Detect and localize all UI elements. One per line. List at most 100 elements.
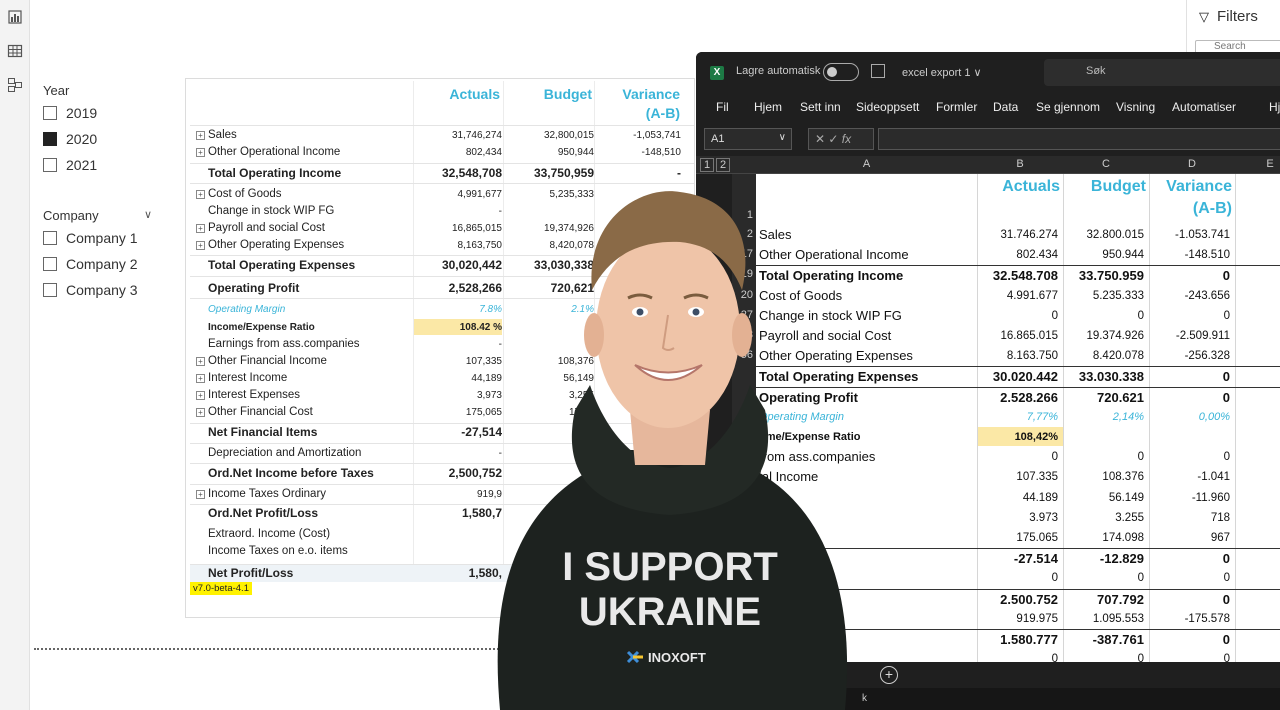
- cell-d[interactable]: -1.053.741: [1150, 225, 1230, 245]
- checkbox[interactable]: [43, 106, 57, 120]
- company-option-1[interactable]: Company 1: [43, 230, 138, 246]
- cell-b[interactable]: 16.865.015: [978, 326, 1058, 346]
- cell-d[interactable]: 0: [1150, 568, 1230, 588]
- expand-icon[interactable]: +: [196, 490, 205, 499]
- cell-b[interactable]: 0: [978, 306, 1058, 326]
- matrix-row[interactable]: + Other Operational Income 802,434 950,944 -…: [190, 144, 694, 161]
- menu-item[interactable]: Hjem: [754, 100, 782, 114]
- cell-d[interactable]: -1.041: [1150, 467, 1230, 487]
- cell-d[interactable]: -256.328: [1150, 346, 1230, 366]
- column-header[interactable]: D: [1149, 158, 1235, 170]
- cell-d[interactable]: -148.510: [1150, 245, 1230, 265]
- year-option-2019[interactable]: 2019: [43, 105, 97, 121]
- chevron-down-icon[interactable]: ∨: [144, 208, 152, 221]
- cell-d[interactable]: 0: [1150, 388, 1230, 408]
- cell-b[interactable]: 44.189: [978, 488, 1058, 508]
- cell-c[interactable]: -387.761: [1064, 630, 1144, 650]
- cell-b[interactable]: 3.973: [978, 508, 1058, 528]
- menu-item[interactable]: Formler: [936, 100, 977, 114]
- column-header[interactable]: B: [977, 158, 1063, 170]
- menu-item[interactable]: Automatiser: [1172, 100, 1236, 114]
- cell-c[interactable]: 3.255: [1064, 508, 1144, 528]
- cell-b[interactable]: 8.163.750: [978, 346, 1058, 366]
- expand-icon[interactable]: +: [196, 408, 205, 417]
- year-option-2020[interactable]: 2020: [43, 131, 97, 147]
- expand-icon[interactable]: +: [196, 131, 205, 140]
- chevron-down-icon[interactable]: ∨: [779, 132, 786, 143]
- checkbox[interactable]: [43, 231, 57, 245]
- expand-icon[interactable]: +: [196, 391, 205, 400]
- checkbox[interactable]: [43, 257, 57, 271]
- cell-c[interactable]: 32.800.015: [1064, 225, 1144, 245]
- cell-d[interactable]: -2.509.911: [1150, 326, 1230, 346]
- menu-item[interactable]: Se gjennom: [1036, 100, 1100, 114]
- cell-c[interactable]: 1.095.553: [1064, 609, 1144, 629]
- cell-b[interactable]: 32.548.708: [978, 266, 1058, 286]
- outline-level-2[interactable]: 2: [716, 158, 730, 172]
- cell-d[interactable]: -11.960: [1150, 488, 1230, 508]
- cell-b[interactable]: -27.514: [978, 549, 1058, 569]
- checkbox[interactable]: [43, 158, 57, 172]
- expand-icon[interactable]: +: [196, 357, 205, 366]
- cell-c[interactable]: 720.621: [1064, 388, 1144, 408]
- file-name[interactable]: excel export 1 ∨: [902, 66, 982, 79]
- cell-b[interactable]: 2.500.752: [978, 590, 1058, 610]
- cell-b[interactable]: 107.335: [978, 467, 1058, 487]
- model-view-icon[interactable]: [7, 77, 23, 93]
- cell-b[interactable]: 0: [978, 568, 1058, 588]
- cell-c[interactable]: 174.098: [1064, 528, 1144, 548]
- cell-b[interactable]: 4.991.677: [978, 286, 1058, 306]
- cell-d[interactable]: 0: [1150, 630, 1230, 650]
- cell-b[interactable]: 0: [978, 649, 1058, 662]
- cell-b[interactable]: 2.528.266: [978, 388, 1058, 408]
- column-header[interactable]: E: [1235, 158, 1280, 170]
- cell-c[interactable]: 0: [1064, 306, 1144, 326]
- cell-c[interactable]: -12.829: [1064, 549, 1144, 569]
- expand-icon[interactable]: +: [196, 224, 205, 233]
- cell-c[interactable]: 2,14%: [1064, 407, 1144, 427]
- fx-button[interactable]: ✕ ✓ fx: [808, 128, 874, 150]
- cell-d[interactable]: 718: [1150, 508, 1230, 528]
- cell-d[interactable]: 0: [1150, 367, 1230, 387]
- cell-b[interactable]: 7,77%: [978, 407, 1058, 427]
- cell-c[interactable]: 56.149: [1064, 488, 1144, 508]
- expand-icon[interactable]: +: [196, 148, 205, 157]
- matrix-row[interactable]: + Sales 31,746,274 32,800,015 -1,053,741: [190, 127, 694, 144]
- menu-item[interactable]: Sideoppsett: [856, 100, 919, 114]
- cell-b[interactable]: 30.020.442: [978, 367, 1058, 387]
- company-option-3[interactable]: Company 3: [43, 282, 138, 298]
- cell-c[interactable]: 950.944: [1064, 245, 1144, 265]
- expand-icon[interactable]: +: [196, 374, 205, 383]
- menu-item[interactable]: Sett inn: [800, 100, 841, 114]
- cell-c[interactable]: 33.750.959: [1064, 266, 1144, 286]
- menu-item[interactable]: Visning: [1116, 100, 1155, 114]
- column-header[interactable]: A: [756, 158, 977, 170]
- report-view-icon[interactable]: [7, 9, 23, 25]
- company-option-2[interactable]: Company 2: [43, 256, 138, 272]
- cell-c[interactable]: 0: [1064, 568, 1144, 588]
- formula-input[interactable]: [878, 128, 1280, 150]
- cell-c[interactable]: 19.374.926: [1064, 326, 1144, 346]
- cell-b[interactable]: 175.065: [978, 528, 1058, 548]
- cell-d[interactable]: 0: [1150, 549, 1230, 569]
- name-box[interactable]: A1 ∨: [704, 128, 792, 150]
- autosave-toggle[interactable]: [823, 63, 859, 81]
- cell-d[interactable]: 0: [1150, 590, 1230, 610]
- checkbox[interactable]: [43, 283, 57, 297]
- cell-c[interactable]: 33.030.338: [1064, 367, 1144, 387]
- cell-b[interactable]: 919.975: [978, 609, 1058, 629]
- menu-item[interactable]: Data: [993, 100, 1018, 114]
- expand-icon[interactable]: +: [196, 241, 205, 250]
- cell-d[interactable]: 0,00%: [1150, 407, 1230, 427]
- data-view-icon[interactable]: [7, 43, 23, 59]
- cell-d[interactable]: -175.578: [1150, 609, 1230, 629]
- cell-b[interactable]: 0: [978, 447, 1058, 467]
- cell-c[interactable]: 707.792: [1064, 590, 1144, 610]
- cell-d[interactable]: 0: [1150, 649, 1230, 662]
- filters-pane[interactable]: ▽ Filters Search: [1186, 0, 1280, 58]
- cell-d[interactable]: 0: [1150, 266, 1230, 286]
- menu-item[interactable]: Hjelp: [1269, 100, 1280, 114]
- cell-c[interactable]: 108.376: [1064, 467, 1144, 487]
- save-icon[interactable]: [871, 64, 885, 78]
- cell-c[interactable]: 0: [1064, 649, 1144, 662]
